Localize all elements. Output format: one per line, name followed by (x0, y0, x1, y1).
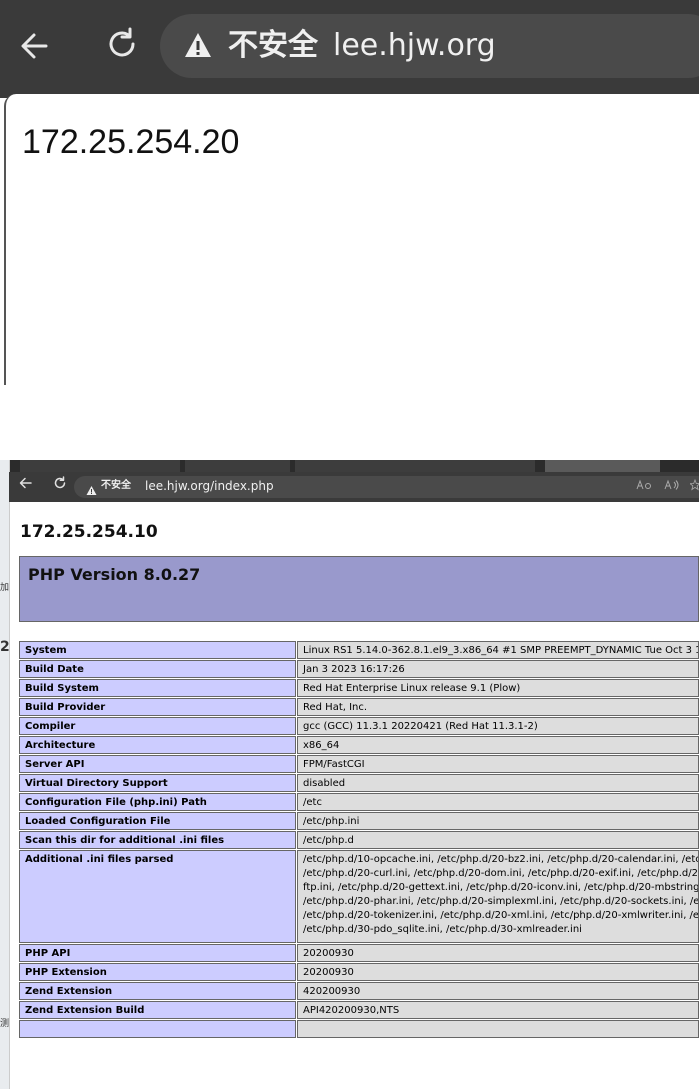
voice-icon[interactable] (664, 479, 682, 497)
table-row: Loaded Configuration File /etc/php.ini (19, 812, 699, 830)
favorite-star-icon[interactable] (688, 478, 699, 497)
table-row: Architecture x86_64 (19, 736, 699, 754)
top-browser-screenshot: 不安全 lee.hjw.org 172.25.254.20 (0, 0, 699, 385)
row-value: 420200930 (297, 982, 699, 1000)
table-row: PHP Extension 20200930 (19, 963, 699, 981)
row-key: Build System (19, 679, 296, 697)
table-row: Build System Red Hat Enterprise Linux re… (19, 679, 699, 697)
php-version-title: PHP Version 8.0.27 (28, 565, 201, 584)
row-value: disabled (297, 774, 699, 792)
edge-char: 加 (0, 583, 10, 593)
row-key: Configuration File (php.ini) Path (19, 793, 296, 811)
row-value: 20200930 (297, 944, 699, 962)
table-row: Scan this dir for additional .ini files … (19, 831, 699, 849)
row-value: x86_64 (297, 736, 699, 754)
row-value: /etc/php.d (297, 831, 699, 849)
row-value: /etc/php.ini (297, 812, 699, 830)
table-row: Zend Extension 420200930 (19, 982, 699, 1000)
tab[interactable] (20, 460, 180, 472)
row-key: Scan this dir for additional .ini files (19, 831, 296, 849)
reload-icon[interactable] (52, 475, 68, 497)
table-row: Additional .ini files parsed /etc/php.d/… (19, 850, 699, 943)
row-key: System (19, 641, 296, 659)
insecure-label[interactable]: 不安全 (101, 478, 131, 494)
tab-strip (0, 460, 699, 472)
back-arrow-icon[interactable] (18, 475, 34, 497)
row-key: Build Provider (19, 698, 296, 716)
row-value: 20200930 (297, 963, 699, 981)
table-row (19, 1020, 699, 1038)
table-row: Virtual Directory Support disabled (19, 774, 699, 792)
back-arrow-icon[interactable] (16, 26, 56, 66)
page-ip-text: 172.25.254.20 (22, 123, 240, 161)
row-value: Red Hat, Inc. (297, 698, 699, 716)
row-key: Build Date (19, 660, 296, 678)
row-key: Zend Extension (19, 982, 296, 1000)
table-row: Configuration File (php.ini) Path /etc (19, 793, 699, 811)
table-row: Compiler gcc (GCC) 11.3.1 20220421 (Red … (19, 717, 699, 735)
table-row: System Linux RS1 5.14.0-362.8.1.el9_3.x8… (19, 641, 699, 659)
row-key (19, 1020, 296, 1038)
warning-icon[interactable] (86, 481, 97, 495)
row-value: Red Hat Enterprise Linux release 9.1 (Pl… (297, 679, 699, 697)
url-text[interactable]: lee.hjw.org (333, 24, 496, 68)
table-row: Build Date Jan 3 2023 16:17:26 (19, 660, 699, 678)
row-key: Architecture (19, 736, 296, 754)
row-key: Compiler (19, 717, 296, 735)
row-value: /etc (297, 793, 699, 811)
row-value: /etc/php.d/10-opcache.ini, /etc/php.d/20… (297, 850, 699, 943)
table-row: Zend Extension Build API420200930,NTS (19, 1001, 699, 1019)
table-row: Build Provider Red Hat, Inc. (19, 698, 699, 716)
table-row: Server API FPM/FastCGI (19, 755, 699, 773)
warning-icon[interactable] (183, 30, 213, 60)
tab-active[interactable] (545, 460, 660, 472)
bottom-browser-screenshot: 加 2 测 不安全 lee.hjw.org/index.php 172.25.2… (0, 460, 699, 1089)
read-aloud-icon[interactable] (636, 479, 654, 497)
edge-char: 2 (0, 639, 10, 655)
row-key: Virtual Directory Support (19, 774, 296, 792)
side-window-edge: 加 2 测 (0, 460, 10, 1089)
row-key: PHP Extension (19, 963, 296, 981)
table-row: PHP API 20200930 (19, 944, 699, 962)
row-value: Linux RS1 5.14.0-362.8.1.el9_3.x86_64 #1… (297, 641, 699, 659)
row-key: Server API (19, 755, 296, 773)
row-key: Zend Extension Build (19, 1001, 296, 1019)
edge-char: 测 (0, 1019, 10, 1029)
row-value: FPM/FastCGI (297, 755, 699, 773)
row-value (297, 1020, 699, 1038)
row-value: gcc (GCC) 11.3.1 20220421 (Red Hat 11.3.… (297, 717, 699, 735)
tab[interactable] (295, 460, 535, 472)
row-value: API420200930,NTS (297, 1001, 699, 1019)
reload-icon[interactable] (102, 24, 142, 64)
page-ip-text: 172.25.254.10 (20, 522, 158, 542)
insecure-label[interactable]: 不安全 (228, 24, 318, 68)
url-text[interactable]: lee.hjw.org/index.php (145, 478, 274, 494)
row-value: Jan 3 2023 16:17:26 (297, 660, 699, 678)
row-key: PHP API (19, 944, 296, 962)
row-key: Additional .ini files parsed (19, 850, 296, 943)
tab[interactable] (185, 460, 290, 472)
row-key: Loaded Configuration File (19, 812, 296, 830)
